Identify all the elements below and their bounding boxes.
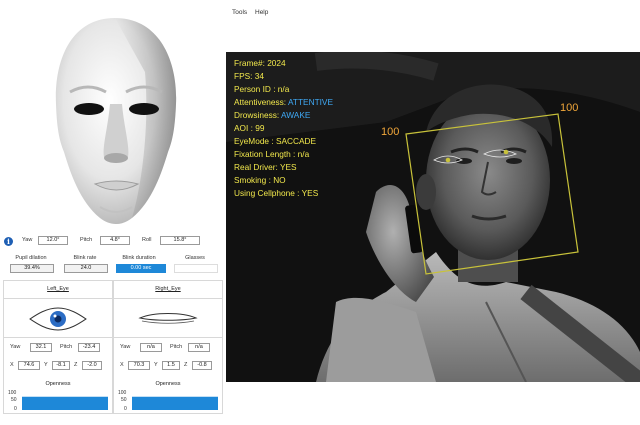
left-eye-x-field: 74.6 [18, 361, 40, 370]
left-eye-y-field: -8.1 [52, 361, 70, 370]
left-panel: i Yaw 12.0° Pitch 4.8° Roll 15.8° Pupil … [0, 0, 226, 425]
openness-tick-100: 100 [8, 390, 17, 396]
right-eye-z-field: -0.8 [192, 361, 212, 370]
left-eye-pitch-label: Pitch [60, 344, 73, 350]
openness-fill [132, 396, 218, 410]
yaw-field: 12.0° [38, 236, 68, 245]
blink-rate-label: Blink rate [73, 255, 97, 261]
left-eye-openness-chart: 100 50 0 [8, 390, 108, 411]
left-eye-z-label: Z [74, 362, 78, 368]
left-eye-z-field: -2.0 [82, 361, 102, 370]
blink-rate-field: 24.0 [64, 264, 108, 273]
left-eye-yaw-label: Yaw [10, 344, 21, 350]
head-pose-row: i Yaw 12.0° Pitch 4.8° Roll 15.8° [4, 236, 224, 248]
openness-tick-0: 0 [124, 406, 127, 411]
right-pupil-marker [503, 149, 509, 155]
left-eye-yaw-field: 32.1 [30, 343, 52, 352]
right-eye-panel: Right_Eye Yaw n/a Pitch n/a X 70.3 Y 1.5… [113, 280, 223, 414]
glasses-label: Glasses [185, 255, 205, 261]
right-eye-x-field: 70.3 [128, 361, 150, 370]
pupil-dilation-field: 39.4% [10, 264, 54, 273]
eye-closed-icon [138, 313, 198, 324]
left-eye-panel: Left_Eye Yaw 32.1 Pitch -23.4 X 74.6 Y -… [3, 280, 113, 414]
menu-help[interactable]: Help [255, 9, 268, 16]
face-bounding-box [405, 113, 579, 275]
left-eye-image [4, 298, 112, 338]
right-eye-score: 100 [560, 102, 579, 114]
status-bar [226, 382, 640, 425]
left-eye-x-label: X [10, 362, 14, 368]
head-model-3d [55, 18, 177, 224]
right-eye-openness-label: Openness [155, 381, 181, 387]
camera-feed: Frame#: 2024 FPS: 34 Person ID : n/a Att… [226, 52, 640, 382]
roll-field: 15.8° [160, 236, 200, 245]
right-eye-y-label: Y [154, 362, 158, 368]
pitch-label: Pitch [80, 237, 93, 243]
menu-tools[interactable]: Tools [232, 9, 247, 16]
roll-label: Roll [142, 237, 152, 243]
blink-duration-label: Blink duration [122, 255, 156, 261]
right-eye-pitch-label: Pitch [170, 344, 183, 350]
yaw-label: Yaw [22, 237, 33, 243]
right-eye-pitch-field: n/a [188, 343, 210, 352]
right-eye-yaw-label: Yaw [120, 344, 131, 350]
pupil-dilation-label: Pupil dilation [15, 255, 47, 261]
openness-tick-50: 50 [121, 397, 127, 403]
blink-duration-field: 0.00 sec [116, 264, 166, 273]
left-eye-y-label: Y [44, 362, 48, 368]
left-eye-score: 100 [381, 126, 400, 138]
right-eye-x-label: X [120, 362, 124, 368]
left-eye-title: Left_Eye [47, 286, 69, 292]
left-pupil-marker [445, 157, 451, 163]
eye-open-icon [29, 307, 87, 331]
pitch-field: 4.8° [100, 236, 130, 245]
openness-tick-0: 0 [14, 406, 17, 411]
right-eye-z-label: Z [184, 362, 188, 368]
menu-bar: Tools Help [226, 0, 640, 52]
info-icon[interactable]: i [4, 237, 13, 246]
right-eye-contour [482, 149, 518, 158]
glasses-field [174, 264, 218, 273]
right-eye-y-field: 1.5 [162, 361, 180, 370]
left-eye-openness-label: Openness [45, 381, 71, 387]
right-eye-title: Right_Eye [155, 286, 181, 292]
right-eye-yaw-field: n/a [140, 343, 162, 352]
left-eye-pitch-field: -23.4 [78, 343, 100, 352]
right-eye-openness-chart: 100 50 0 [118, 390, 218, 411]
right-eye-image [114, 298, 222, 338]
openness-tick-100: 100 [118, 390, 127, 396]
openness-fill [22, 396, 108, 410]
openness-tick-50: 50 [11, 397, 17, 403]
